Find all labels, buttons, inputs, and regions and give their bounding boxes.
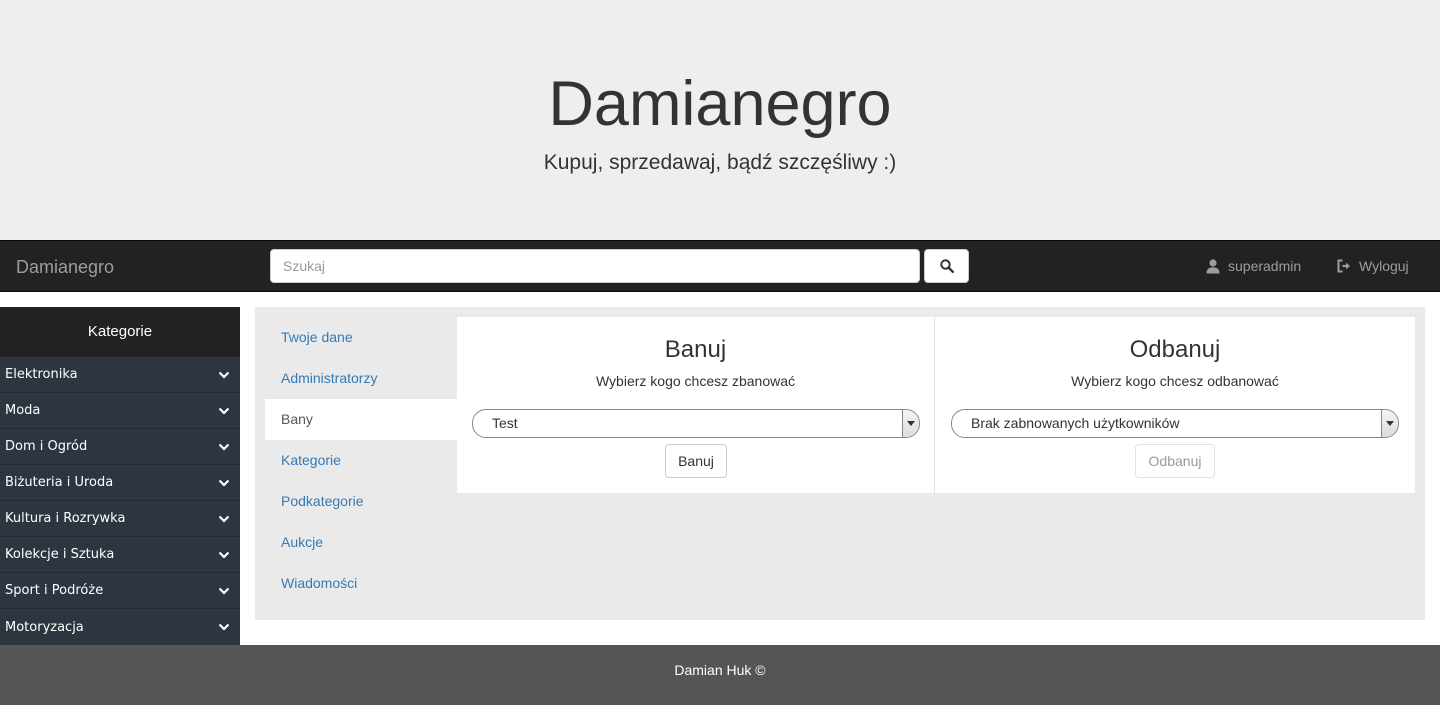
dropdown-arrow-icon — [1381, 410, 1398, 437]
chevron-down-icon — [217, 512, 231, 526]
category-motoryzacja[interactable]: Motoryzacja — [0, 609, 240, 645]
footer: Damian Huk © — [0, 645, 1440, 705]
admin-menu: Twoje dane Administratorzy Bany Kategori… — [265, 317, 457, 604]
site-title: Damianegro — [548, 69, 892, 139]
site-tagline: Kupuj, sprzedawaj, bądź szczęśliwy :) — [543, 151, 897, 174]
search-input[interactable] — [270, 249, 920, 283]
footer-copyright: Damian Huk © — [674, 662, 766, 678]
category-label: Biżuteria i Uroda — [5, 475, 114, 490]
categories-sidebar: Kategorie Elektronika Moda Dom i Ogród B… — [0, 307, 240, 645]
category-label: Sport i Podróże — [5, 583, 104, 598]
username-label: superadmin — [1228, 258, 1302, 274]
category-label: Kultura i Rozrywka — [5, 511, 126, 526]
menu-item-administratorzy[interactable]: Administratorzy — [265, 358, 457, 399]
chevron-down-icon — [217, 476, 231, 490]
chevron-down-icon — [217, 620, 231, 634]
search-button[interactable] — [924, 249, 969, 283]
unban-description: Wybierz kogo chcesz odbanować — [1071, 373, 1279, 389]
menu-item-aukcje[interactable]: Aukcje — [265, 522, 457, 563]
logout-link[interactable]: Wyloguj — [1336, 256, 1409, 276]
category-label: Motoryzacja — [5, 619, 84, 635]
unban-selected-value: Brak zabnowanych użytkowników — [971, 415, 1180, 431]
menu-item-podkategorie[interactable]: Podkategorie — [265, 481, 457, 522]
admin-panel: Twoje dane Administratorzy Bany Kategori… — [255, 307, 1425, 620]
category-bizuteria-i-uroda[interactable]: Biżuteria i Uroda — [0, 465, 240, 501]
menu-item-kategorie[interactable]: Kategorie — [265, 440, 457, 481]
top-navbar: Damianegro superadmin Wyloguj — [0, 240, 1440, 292]
logout-icon — [1337, 259, 1350, 273]
category-label: Elektronika — [5, 367, 78, 382]
unban-heading: Odbanuj — [1129, 336, 1221, 363]
ban-user-select[interactable]: Test — [472, 409, 920, 438]
ban-button[interactable]: Banuj — [665, 444, 727, 478]
search-icon — [939, 259, 954, 273]
category-moda[interactable]: Moda — [0, 393, 240, 429]
chevron-down-icon — [217, 440, 231, 454]
ban-description: Wybierz kogo chcesz zbanować — [595, 373, 796, 389]
category-elektronika[interactable]: Elektronika — [0, 357, 240, 393]
user-icon — [1206, 259, 1220, 274]
nav-user-link[interactable]: superadmin — [1205, 256, 1301, 276]
category-dom-i-ogrod[interactable]: Dom i Ogród — [0, 429, 240, 465]
menu-item-twoje-dane[interactable]: Twoje dane — [265, 317, 457, 358]
menu-item-bany[interactable]: Bany — [265, 399, 457, 440]
category-label: Kolekcje i Sztuka — [5, 547, 115, 562]
chevron-down-icon — [217, 368, 231, 382]
ban-heading: Banuj — [664, 336, 727, 363]
category-label: Moda — [5, 403, 41, 418]
category-kolekcje-i-sztuka[interactable]: Kolekcje i Sztuka — [0, 537, 240, 573]
unban-user-select[interactable]: Brak zabnowanych użytkowników — [951, 409, 1399, 438]
category-sport-i-podroze[interactable]: Sport i Podróże — [0, 573, 240, 609]
ban-section: Banuj Wybierz kogo chcesz zbanować Test … — [457, 317, 935, 493]
bans-content: Banuj Wybierz kogo chcesz zbanować Test … — [457, 317, 1415, 493]
chevron-down-icon — [217, 404, 231, 418]
menu-item-wiadomosci[interactable]: Wiadomości — [265, 563, 457, 604]
categories-heading: Kategorie — [0, 307, 240, 357]
category-label: Dom i Ogród — [5, 439, 88, 454]
logout-label: Wyloguj — [1359, 258, 1409, 274]
ban-selected-value: Test — [492, 415, 518, 431]
navbar-brand-link[interactable]: Damianegro — [16, 256, 114, 278]
unban-button[interactable]: Odbanuj — [1135, 444, 1215, 478]
jumbotron: Damianegro Kupuj, sprzedawaj, bądź szczę… — [0, 0, 1440, 240]
unban-section: Odbanuj Wybierz kogo chcesz odbanować Br… — [936, 317, 1414, 493]
category-kultura-i-rozrywka[interactable]: Kultura i Rozrywka — [0, 501, 240, 537]
chevron-down-icon — [217, 548, 231, 562]
dropdown-arrow-icon — [902, 410, 919, 437]
chevron-down-icon — [217, 584, 231, 598]
